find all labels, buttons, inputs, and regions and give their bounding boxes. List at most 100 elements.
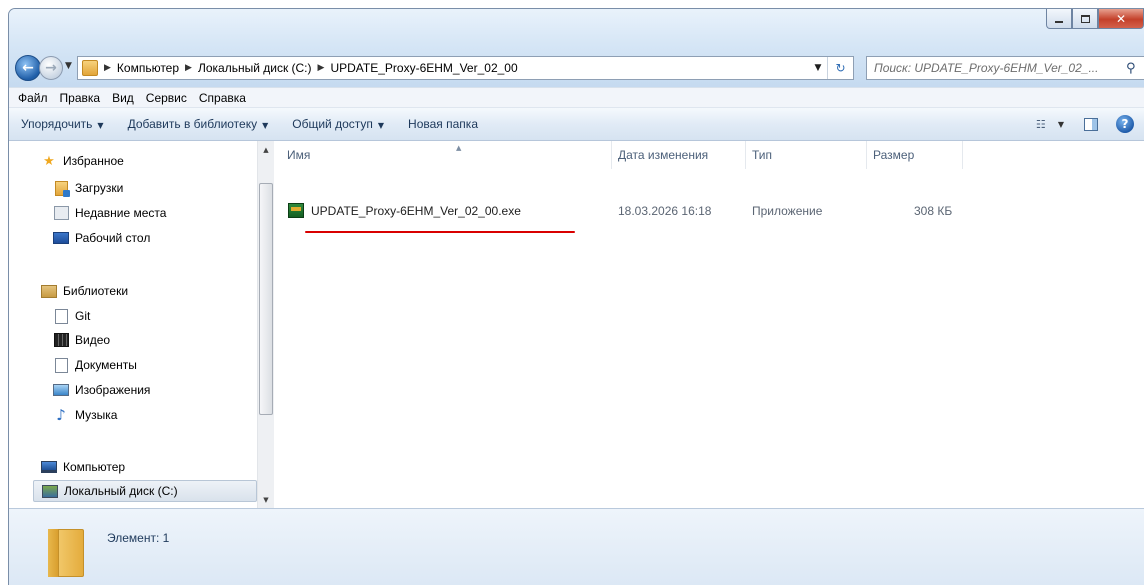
maximize-icon	[1080, 14, 1090, 23]
nav-documents[interactable]: Документы	[53, 354, 137, 376]
breadcrumb-current-folder[interactable]: UPDATE_Proxy-6EHM_Ver_02_00	[330, 61, 517, 75]
documents-icon	[53, 357, 69, 373]
menu-view[interactable]: Вид	[106, 91, 140, 105]
images-icon	[53, 382, 69, 398]
nav-documents-label: Документы	[75, 358, 137, 372]
address-controls: ▼ ↻	[809, 57, 853, 79]
search-box[interactable]: Поиск: UPDATE_Proxy-6EHM_Ver_02_... ⚲	[866, 56, 1144, 80]
organize-button[interactable]: Упорядочить ▼	[21, 117, 104, 131]
column-header-name[interactable]: Имя ▲	[281, 141, 612, 169]
share-label: Общий доступ	[292, 117, 373, 131]
command-bar: Упорядочить ▼ Добавить в библиотеку ▼ Общи…	[9, 108, 1144, 141]
nav-music-label: Музыка	[75, 408, 118, 422]
column-date-label: Дата изменения	[618, 148, 709, 162]
nav-recent-places[interactable]: Недавние места	[53, 202, 166, 224]
minimize-button[interactable]	[1046, 9, 1072, 29]
scrollbar-thumb[interactable]	[259, 183, 273, 415]
music-icon: ♪	[56, 406, 66, 424]
nav-computer-label: Компьютер	[63, 460, 126, 474]
chevron-right-icon[interactable]: ▶	[185, 63, 192, 73]
column-size-label: Размер	[873, 148, 915, 162]
file-date: 18.03.2026 16:18	[618, 204, 712, 218]
menu-tools[interactable]: Сервис	[140, 91, 193, 105]
nav-favorites-label: Избранное	[63, 154, 124, 168]
breadcrumb-local-disk[interactable]: Локальный диск (C:)	[198, 61, 312, 75]
maximize-button[interactable]	[1072, 9, 1098, 29]
nav-computer[interactable]: Компьютер	[41, 456, 125, 478]
recent-pages-dropdown[interactable]: ▼	[65, 61, 72, 71]
file-name[interactable]: UPDATE_Proxy-6EHM_Ver_02_00.exe	[311, 204, 521, 218]
breadcrumb-computer[interactable]: Компьютер	[117, 61, 179, 75]
computer-icon	[41, 459, 57, 475]
nav-favorites[interactable]: ★ Избранное	[41, 150, 124, 172]
column-type-label: Тип	[752, 148, 773, 162]
star-icon: ★	[43, 153, 55, 169]
column-header-type[interactable]: Тип	[746, 141, 867, 169]
application-icon	[288, 203, 304, 218]
desktop-icon	[53, 230, 69, 246]
nav-desktop-label: Рабочий стол	[75, 231, 151, 245]
menu-help[interactable]: Справка	[193, 91, 252, 105]
file-size: 308 КБ	[914, 204, 953, 218]
search-input[interactable]: Поиск: UPDATE_Proxy-6EHM_Ver_02_...	[874, 61, 1126, 75]
forward-arrow-icon: →	[45, 60, 57, 76]
view-controls: ☷ ▼ ?	[1036, 115, 1134, 133]
nav-downloads[interactable]: Загрузки	[53, 177, 123, 199]
chevron-right-icon[interactable]: ▶	[104, 63, 111, 73]
file-type: Приложение	[752, 204, 823, 218]
column-header-date[interactable]: Дата изменения	[612, 141, 746, 169]
scroll-up-icon[interactable]: ▲	[258, 141, 274, 158]
menu-edit[interactable]: Правка	[54, 91, 107, 105]
share-button[interactable]: Общий доступ ▼	[292, 117, 384, 131]
search-icon[interactable]: ⚲	[1126, 61, 1144, 76]
forward-button[interactable]: →	[39, 56, 63, 80]
close-button[interactable]: ✕	[1098, 9, 1144, 29]
nav-video-label: Видео	[75, 333, 111, 347]
view-options-icon[interactable]: ☷	[1036, 118, 1058, 131]
column-header-size[interactable]: Размер	[867, 141, 963, 169]
git-library-icon	[53, 308, 69, 324]
scroll-down-icon[interactable]: ▼	[258, 491, 274, 508]
add-to-library-button[interactable]: Добавить в библиотеку ▼	[128, 117, 269, 131]
nav-git[interactable]: Git	[53, 305, 90, 327]
file-row[interactable]: UPDATE_Proxy-6EHM_Ver_02_00.exe 18.03.20…	[288, 199, 988, 223]
libraries-icon	[41, 283, 57, 299]
downloads-folder-icon	[53, 180, 70, 197]
refresh-icon[interactable]: ↻	[827, 57, 853, 79]
navigation-pane: ★ Избранное Загрузки Недавние места Рабоч…	[9, 141, 257, 508]
details-pane: Элемент: 1	[9, 508, 1144, 585]
menu-bar: Файл Правка Вид Сервис Справка	[9, 87, 1144, 108]
new-folder-button[interactable]: Новая папка	[408, 117, 478, 131]
folder-icon	[82, 60, 98, 76]
nav-images[interactable]: Изображения	[53, 379, 150, 401]
close-icon: ✕	[1115, 11, 1127, 26]
address-bar[interactable]: ▶ Компьютер ▶ Локальный диск (C:) ▶ UPDA…	[77, 56, 854, 80]
caption-buttons: ✕	[1046, 9, 1144, 30]
nav-desktop[interactable]: Рабочий стол	[53, 227, 150, 249]
add-to-library-label: Добавить в библиотеку	[127, 117, 258, 131]
chevron-right-icon[interactable]: ▶	[318, 63, 325, 73]
preview-pane-icon[interactable]	[1084, 117, 1098, 131]
file-list: Имя ▲ Дата изменения Тип Размер UPDATE_P…	[275, 141, 1144, 508]
nav-local-disk-label: Локальный диск (C:)	[64, 484, 178, 498]
nav-local-disk[interactable]: Локальный диск (C:)	[33, 480, 257, 502]
content-area: ★ Избранное Загрузки Недавние места Рабоч…	[9, 141, 1144, 508]
chevron-down-icon: ▼	[97, 121, 104, 130]
help-icon[interactable]: ?	[1116, 115, 1134, 133]
address-dropdown-icon[interactable]: ▼	[809, 63, 827, 73]
minimize-icon	[1055, 20, 1063, 23]
column-name-label: Имя	[287, 148, 311, 162]
nav-recent-label: Недавние места	[75, 206, 167, 220]
nav-libraries[interactable]: Библиотеки	[41, 280, 128, 302]
nav-video[interactable]: Видео	[53, 329, 110, 351]
explorer-window: ✕ ← → ▼ ▶ Компьютер ▶ Локальный диск (C:…	[8, 8, 1144, 585]
chevron-down-icon: ▼	[377, 121, 385, 130]
recent-places-icon	[53, 205, 69, 221]
back-button[interactable]: ←	[15, 55, 41, 81]
video-icon	[53, 332, 69, 348]
chevron-down-icon[interactable]: ▼	[1058, 120, 1064, 129]
nav-music[interactable]: ♪ Музыка	[53, 404, 117, 426]
menu-file[interactable]: Файл	[12, 91, 54, 105]
red-underline-annotation	[305, 231, 575, 233]
navigation-scrollbar[interactable]: ▲ ▼	[257, 141, 274, 508]
